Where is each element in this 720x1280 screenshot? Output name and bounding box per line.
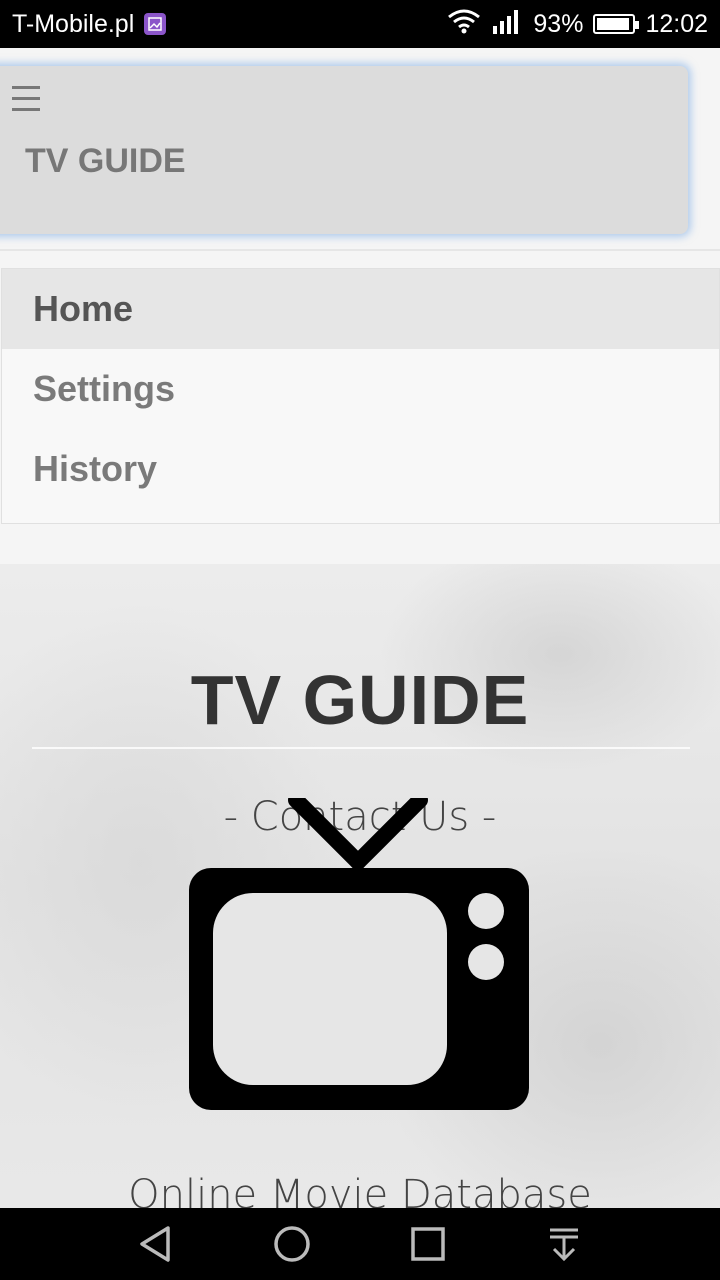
gallery-notification-icon — [144, 13, 167, 35]
divider — [0, 249, 720, 251]
status-bar: T-Mobile.pl 93% 12:02 — [0, 0, 720, 48]
recents-icon[interactable] — [408, 1224, 448, 1264]
tv-icon — [189, 798, 529, 1110]
battery-percent: 93% — [533, 9, 584, 38]
clock: 12:02 — [645, 9, 708, 38]
system-nav-bar — [0, 1208, 720, 1280]
hero-title: TV GUIDE — [190, 661, 530, 739]
back-icon[interactable] — [136, 1224, 176, 1264]
hamburger-icon[interactable] — [12, 86, 40, 116]
nav-menu: Home Settings History — [1, 268, 720, 524]
menu-item-history[interactable]: History — [2, 429, 719, 509]
carrier-name: T-Mobile.pl — [12, 9, 135, 38]
hero-divider — [32, 747, 690, 749]
wifi-icon — [447, 8, 481, 41]
notifications-pull-icon[interactable] — [544, 1224, 584, 1264]
signal-icon — [491, 8, 523, 41]
menu-item-home[interactable]: Home — [2, 269, 719, 349]
menu-item-settings[interactable]: Settings — [2, 349, 719, 429]
home-icon[interactable] — [272, 1224, 312, 1264]
hero-banner: TV GUIDE - Contact Us - Online Movie Dat… — [0, 564, 720, 1208]
header-title: TV GUIDE — [25, 142, 186, 180]
hero-tagline: Online Movie Database — [128, 1172, 592, 1208]
battery-icon — [593, 14, 640, 34]
